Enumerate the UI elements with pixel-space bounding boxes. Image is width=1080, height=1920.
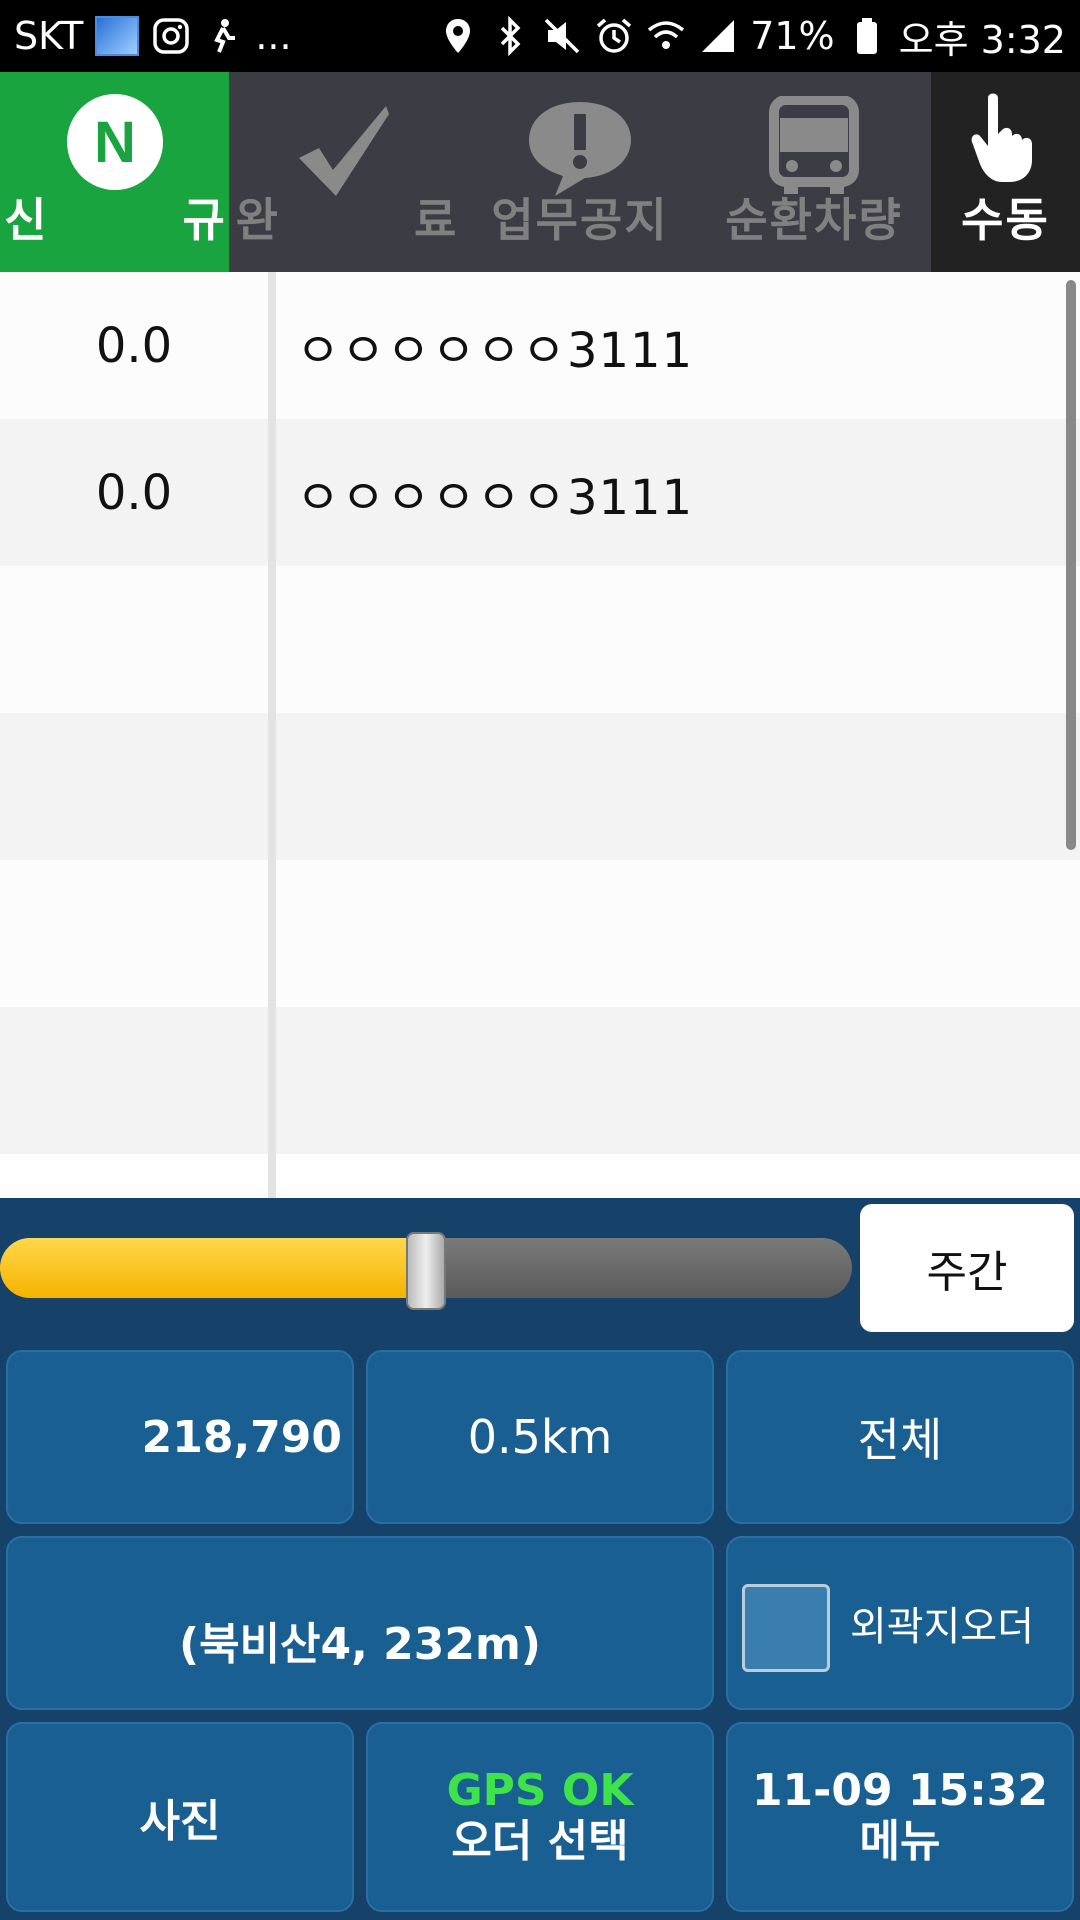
battery-icon — [856, 18, 877, 54]
filter-label: 전체 — [857, 1413, 943, 1467]
tab-manual[interactable]: 수동 — [931, 72, 1080, 272]
tab-manual-label: 수동 — [961, 193, 1050, 247]
notice-exclamation-icon — [529, 102, 631, 196]
slider-fill — [0, 1238, 426, 1298]
column-divider — [268, 272, 276, 1198]
row-name: ㅇㅇㅇㅇㅇㅇ3111 — [296, 322, 694, 379]
alarm-icon — [597, 18, 632, 53]
new-n-icon: N — [66, 94, 163, 190]
instagram-icon — [153, 18, 190, 54]
order-list[interactable]: 0.0 ㅇㅇㅇㅇㅇㅇ3111 0.0 ㅇㅇㅇㅇㅇㅇ3111 — [0, 272, 1080, 1198]
day-mode-button[interactable]: 주간 — [860, 1204, 1074, 1332]
tab-circulating-vehicle[interactable]: 순환차량 — [697, 72, 931, 272]
battery-percent: 71% — [750, 14, 835, 58]
location-pin-icon — [446, 19, 471, 53]
photo-label: 사진 — [139, 1796, 221, 1847]
gps-status: GPS OK — [446, 1765, 634, 1817]
hand-pointer-icon — [971, 93, 1032, 182]
row-name: ㅇㅇㅇㅇㅇㅇ3111 — [296, 469, 694, 526]
signal-icon — [702, 20, 735, 52]
list-item — [0, 713, 1080, 860]
menu-button[interactable]: 11-09 15:32 메뉴 — [726, 1722, 1074, 1912]
row-value: 0.0 — [95, 317, 173, 374]
tab-bar: N 신 규 완 료 업무공지 순환차량 수동 — [0, 72, 1080, 272]
list-scrollbar[interactable] — [1066, 280, 1076, 850]
location-label: (북비산4, 232m) — [178, 1619, 541, 1670]
wifi-icon — [648, 21, 685, 49]
order-select-label: 오더 선택 — [451, 1816, 629, 1867]
tab-new[interactable]: N 신 규 — [0, 72, 229, 272]
tab-completed[interactable]: 완 료 — [229, 72, 463, 272]
carrier-label: SKT — [14, 14, 84, 58]
mute-vibrate-icon — [544, 18, 580, 54]
outer-order-checkbox[interactable] — [742, 1584, 830, 1672]
list-item[interactable]: 0.0 ㅇㅇㅇㅇㅇㅇ3111 — [0, 419, 1080, 566]
amount-button[interactable]: 218,790 — [6, 1350, 354, 1524]
photo-button[interactable]: 사진 — [6, 1722, 354, 1912]
menu-label: 메뉴 — [859, 1816, 941, 1867]
list-item[interactable]: 0.0 ㅇㅇㅇㅇㅇㅇ3111 — [0, 272, 1080, 419]
bus-icon — [769, 96, 859, 194]
tab-notice[interactable]: 업무공지 — [463, 72, 697, 272]
control-panel: 주간 218,790 0.5km 전체 (북비산4, 232m) 외곽지오더 사… — [0, 1198, 1080, 1920]
location-button[interactable]: (북비산4, 232m) — [6, 1536, 714, 1710]
person-walk-icon — [214, 19, 236, 53]
bluetooth-icon — [500, 16, 521, 56]
outer-order-label: 외곽지오더 — [850, 1604, 1034, 1650]
distance-button[interactable]: 0.5km — [366, 1350, 714, 1524]
checkmark-icon — [299, 106, 389, 196]
clock: 오후 3:32 — [898, 17, 1066, 62]
outer-order-toggle[interactable]: 외곽지오더 — [726, 1536, 1074, 1710]
app-notification-icon — [95, 16, 140, 56]
order-select-button[interactable]: GPS OK 오더 선택 — [366, 1722, 714, 1912]
list-item — [0, 566, 1080, 713]
status-bar: SKT ... 71% 오후 3:32 — [0, 0, 1080, 72]
slider-handle[interactable] — [406, 1232, 446, 1310]
distance-value: 0.5km — [467, 1410, 613, 1464]
more-notifications: ... — [255, 14, 292, 58]
filter-all-button[interactable]: 전체 — [726, 1350, 1074, 1524]
amount-value: 218,790 — [141, 1411, 342, 1463]
datetime-label: 11-09 15:32 — [751, 1765, 1049, 1817]
row-value: 0.0 — [95, 464, 173, 521]
svg-text:N: N — [94, 110, 136, 175]
list-item — [0, 1007, 1080, 1154]
list-item — [0, 860, 1080, 1007]
